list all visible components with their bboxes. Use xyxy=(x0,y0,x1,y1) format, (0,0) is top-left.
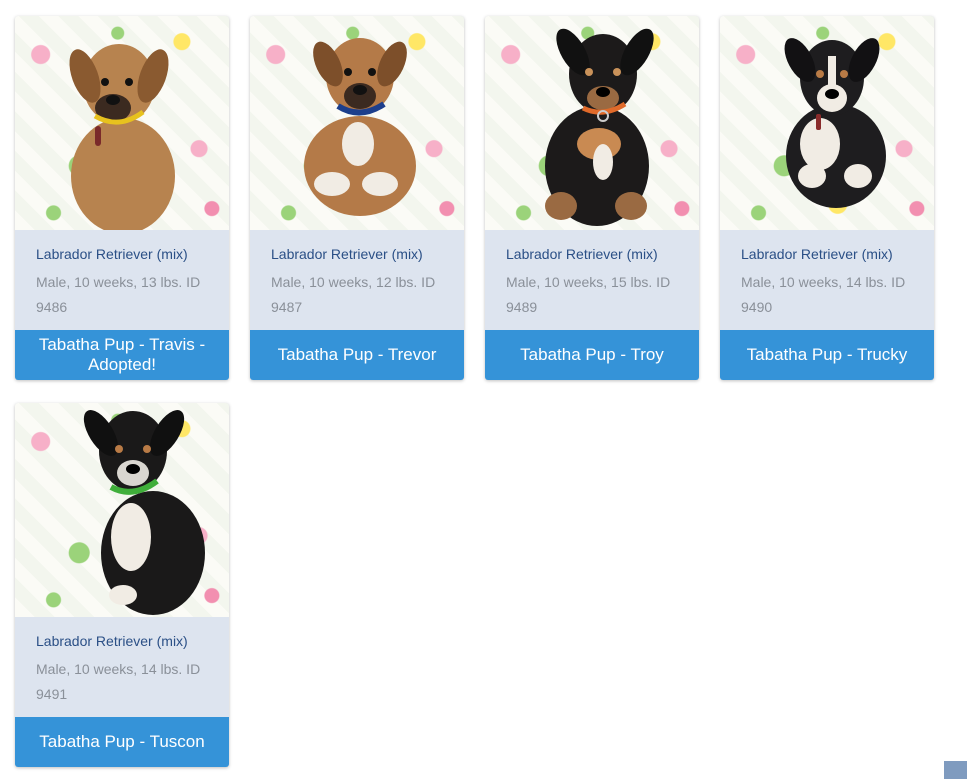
pet-name-button[interactable]: Tabatha Pup - Trucky xyxy=(720,330,934,380)
puppy-image xyxy=(545,28,654,226)
pet-details: Male, 10 weeks, 14 lbs. ID 9490 xyxy=(741,274,906,315)
pet-info: Labrador Retriever (mix) Male, 10 weeks,… xyxy=(485,230,699,330)
puppy-image xyxy=(304,38,416,216)
pet-photo[interactable] xyxy=(250,16,464,230)
pet-photo[interactable] xyxy=(15,16,229,230)
pet-photo[interactable] xyxy=(15,403,229,617)
pet-breed: Labrador Retriever (mix) xyxy=(271,246,423,262)
pet-details: Male, 10 weeks, 12 lbs. ID 9487 xyxy=(271,274,436,315)
pet-info: Labrador Retriever (mix) Male, 10 weeks,… xyxy=(15,230,229,330)
pet-breed: Labrador Retriever (mix) xyxy=(506,246,658,262)
pet-name-button[interactable]: Tabatha Pup - Travis - Adopted! xyxy=(15,330,229,380)
scroll-to-top-icon[interactable] xyxy=(944,761,967,779)
puppy-image xyxy=(69,44,175,230)
pet-grid: Labrador Retriever (mix) Male, 10 weeks,… xyxy=(0,0,967,779)
pet-photo[interactable] xyxy=(720,16,934,230)
pet-name-button[interactable]: Tabatha Pup - Troy xyxy=(485,330,699,380)
pet-name-button[interactable]: Tabatha Pup - Tuscon xyxy=(15,717,229,767)
pet-card[interactable]: Labrador Retriever (mix) Male, 10 weeks,… xyxy=(15,16,229,380)
pet-info: Labrador Retriever (mix) Male, 10 weeks,… xyxy=(720,230,934,330)
puppy-image xyxy=(784,38,886,208)
pet-breed: Labrador Retriever (mix) xyxy=(741,246,893,262)
pet-photo[interactable] xyxy=(485,16,699,230)
pet-info: Labrador Retriever (mix) Male, 10 weeks,… xyxy=(15,617,229,717)
pet-details: Male, 10 weeks, 13 lbs. ID 9486 xyxy=(36,274,201,315)
pet-card[interactable]: Labrador Retriever (mix) Male, 10 weeks,… xyxy=(250,16,464,380)
pet-details: Male, 10 weeks, 15 lbs. ID 9489 xyxy=(506,274,671,315)
pet-details: Male, 10 weeks, 14 lbs. ID 9491 xyxy=(36,661,201,702)
puppy-image xyxy=(83,410,205,615)
pet-breed: Labrador Retriever (mix) xyxy=(36,246,188,262)
pet-info: Labrador Retriever (mix) Male, 10 weeks,… xyxy=(250,230,464,330)
pet-card[interactable]: Labrador Retriever (mix) Male, 10 weeks,… xyxy=(15,403,229,767)
pet-name-button[interactable]: Tabatha Pup - Trevor xyxy=(250,330,464,380)
pet-card[interactable]: Labrador Retriever (mix) Male, 10 weeks,… xyxy=(720,16,934,380)
pet-card[interactable]: Labrador Retriever (mix) Male, 10 weeks,… xyxy=(485,16,699,380)
pet-breed: Labrador Retriever (mix) xyxy=(36,633,188,649)
